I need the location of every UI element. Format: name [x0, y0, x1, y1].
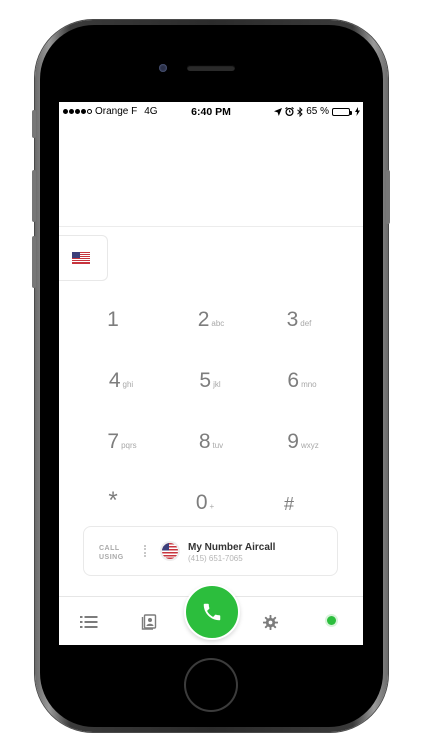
key-letters: abc [211, 319, 225, 328]
key-digit: * [108, 487, 118, 514]
number-display[interactable] [59, 122, 363, 227]
volume-down-button [32, 236, 36, 288]
battery-icon [332, 107, 352, 116]
gear-icon [262, 614, 278, 630]
call-using-label-line1: CALL [99, 545, 120, 552]
battery-percent: 65 % [306, 106, 329, 117]
call-using-selector[interactable]: CALL USING My Number Aircall (415) 651-7… [83, 526, 338, 576]
phone-screen: Orange F 4G 6:40 PM 65 % 1 2 abc 3 def 4… [59, 102, 363, 645]
key-9[interactable]: 9 wxyz [263, 404, 343, 452]
status-bar: Orange F 4G 6:40 PM 65 % [59, 102, 363, 122]
line-number: (415) 651-7065 [188, 554, 243, 563]
key-digit: 5 [199, 369, 212, 392]
key-hash[interactable]: # [250, 465, 330, 513]
key-digit: 1 [107, 308, 119, 331]
location-arrow-icon [274, 107, 283, 116]
key-digit: 8 [198, 430, 211, 453]
key-2[interactable]: 2 abc [171, 282, 251, 330]
key-letters: tuv [212, 441, 224, 450]
key-0[interactable]: 0 + [165, 465, 245, 513]
key-letters: wxyz [300, 441, 319, 450]
us-flag-graphic [162, 543, 178, 559]
volume-up-button [32, 170, 36, 222]
tab-history[interactable] [79, 612, 99, 632]
key-digit: # [283, 494, 294, 514]
key-letters: def [300, 319, 312, 328]
key-letters: jkl [213, 380, 221, 389]
call-using-label-line2: USING [99, 554, 124, 561]
key-digit: 7 [107, 430, 120, 453]
home-button[interactable] [186, 660, 236, 710]
key-digit: 3 [286, 308, 299, 331]
us-flag-icon [71, 252, 90, 264]
mute-switch [32, 110, 36, 138]
key-digit: 0 [195, 491, 208, 514]
key-6[interactable]: 6 mno [262, 343, 342, 391]
key-letters: mno [301, 380, 317, 389]
key-1[interactable]: 1 [74, 282, 154, 330]
key-star[interactable]: * [74, 465, 154, 513]
key-8[interactable]: 8 tuv [171, 404, 251, 452]
key-digit: 2 [197, 308, 210, 331]
key-digit: 4 [108, 369, 121, 392]
front-camera [159, 64, 167, 72]
key-letters: ghi [122, 380, 134, 389]
tab-contacts[interactable] [139, 612, 159, 632]
contacts-icon [141, 614, 157, 630]
tab-settings[interactable] [260, 612, 280, 632]
key-digit: 6 [287, 369, 300, 392]
key-3[interactable]: 3 def [259, 282, 339, 330]
country-selector[interactable] [59, 235, 108, 281]
line-name: My Number Aircall [188, 542, 276, 553]
list-icon [80, 616, 98, 628]
key-7[interactable]: 7 pqrs [82, 404, 162, 452]
earpiece-speaker [187, 65, 235, 71]
bluetooth-icon [297, 106, 303, 117]
key-letters: + [209, 502, 215, 511]
dotted-separator [144, 545, 148, 557]
alarm-icon [285, 107, 295, 116]
key-4[interactable]: 4 ghi [81, 343, 161, 391]
key-letters: pqrs [121, 441, 137, 450]
availability-status-dot[interactable] [327, 616, 336, 625]
us-flag-icon [162, 543, 178, 559]
call-button[interactable] [184, 584, 240, 640]
call-using-label: CALL USING [99, 544, 129, 562]
status-right: 65 % [274, 106, 360, 117]
key-digit: 9 [287, 430, 299, 453]
power-button [386, 170, 390, 224]
phone-icon [203, 603, 221, 621]
charging-bolt-icon [355, 107, 360, 116]
key-5[interactable]: 5 jkl [170, 343, 250, 391]
